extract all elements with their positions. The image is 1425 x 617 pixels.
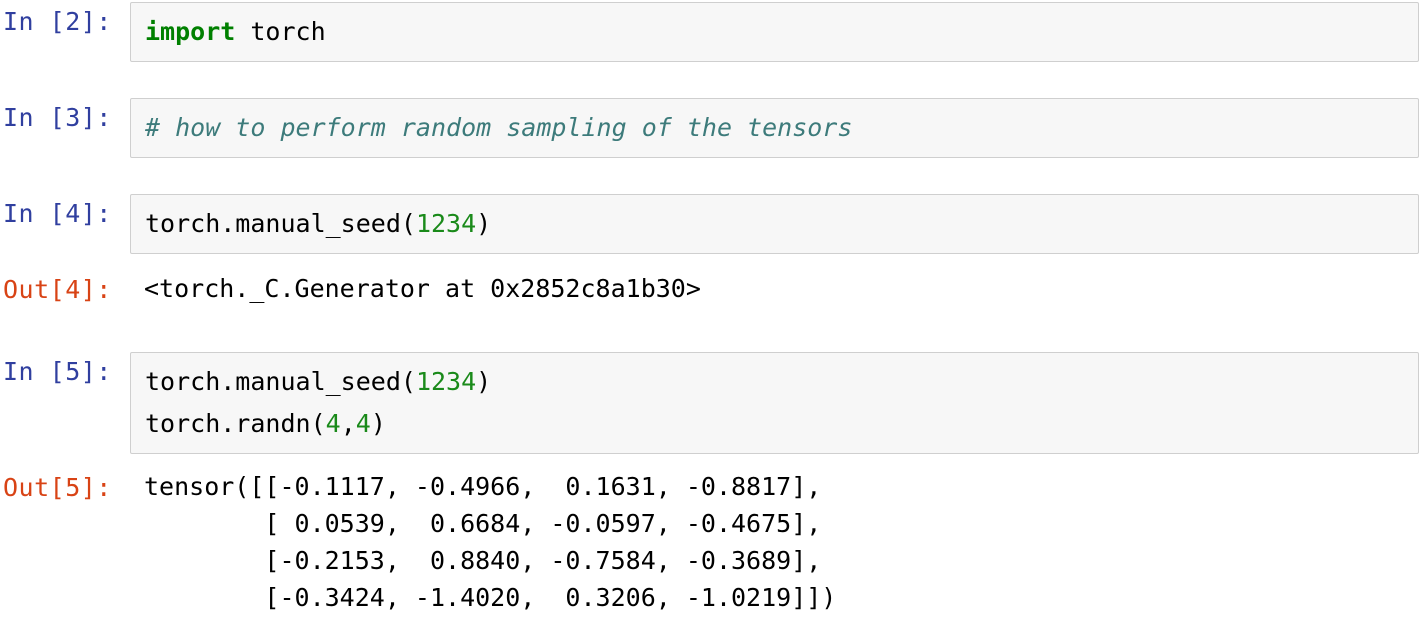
output-result-text: <torch._C.Generator at 0x2852c8a1b30> [144, 274, 701, 303]
code-cell[interactable]: In [2]: import torch [0, 2, 1425, 62]
token-plain: , [340, 409, 356, 438]
token-plain: ) [476, 367, 492, 396]
code-editor-area[interactable]: import torch [130, 2, 1419, 62]
token-plain: torch.randn( [145, 409, 326, 438]
token-plain: torch.manual_seed( [145, 367, 416, 396]
token-plain: torch.manual_seed( [145, 209, 416, 238]
code-cell[interactable]: In [3]: # how to perform random sampling … [0, 98, 1425, 158]
token-number: 4 [355, 409, 371, 438]
output-prompt-label: Out[5]: [3, 473, 112, 502]
code-line: torch.manual_seed(1234) [145, 203, 1418, 245]
token-plain: ) [476, 209, 492, 238]
input-prompt-label: In [3]: [3, 103, 112, 132]
token-number: 1234 [415, 209, 477, 238]
output-text-area: tensor([[-0.1117, -0.4966, 0.1631, -0.88… [130, 468, 1425, 616]
code-cell[interactable]: In [4]: torch.manual_seed(1234) [0, 194, 1425, 254]
output-result-text: tensor([[-0.1117, -0.4966, 0.1631, -0.88… [144, 472, 837, 612]
output-text-area: <torch._C.Generator at 0x2852c8a1b30> [130, 270, 1425, 307]
code-editor-area[interactable]: # how to perform random sampling of the … [130, 98, 1419, 158]
output-cell: Out[4]: <torch._C.Generator at 0x2852c8a1… [0, 270, 1425, 310]
output-prompt-label: Out[4]: [3, 275, 112, 304]
token-comment: # how to perform random sampling of the … [145, 113, 853, 142]
token-number: 4 [325, 409, 341, 438]
token-plain: torch [235, 17, 326, 46]
input-prompt-label: In [2]: [3, 7, 112, 36]
code-line: torch.manual_seed(1234) [145, 361, 1418, 403]
token-keyword: import [145, 17, 236, 46]
input-prompt-label: In [5]: [3, 357, 112, 386]
token-number: 1234 [415, 367, 477, 396]
code-line: import torch [145, 11, 1418, 53]
input-prompt-label: In [4]: [3, 199, 112, 228]
jupyter-notebook: In [2]: import torch In [3]: # how to perfo… [0, 0, 1425, 617]
code-cell[interactable]: In [5]: torch.manual_seed(1234) torch.rand… [0, 352, 1425, 454]
code-line: torch.randn(4,4) [145, 403, 1418, 445]
token-plain: ) [370, 409, 386, 438]
code-editor-area[interactable]: torch.manual_seed(1234) torch.randn(4,4) [130, 352, 1419, 454]
code-editor-area[interactable]: torch.manual_seed(1234) [130, 194, 1419, 254]
code-line: # how to perform random sampling of the … [145, 107, 1418, 149]
output-cell: Out[5]: tensor([[-0.1117, -0.4966, 0.1631… [0, 468, 1425, 616]
